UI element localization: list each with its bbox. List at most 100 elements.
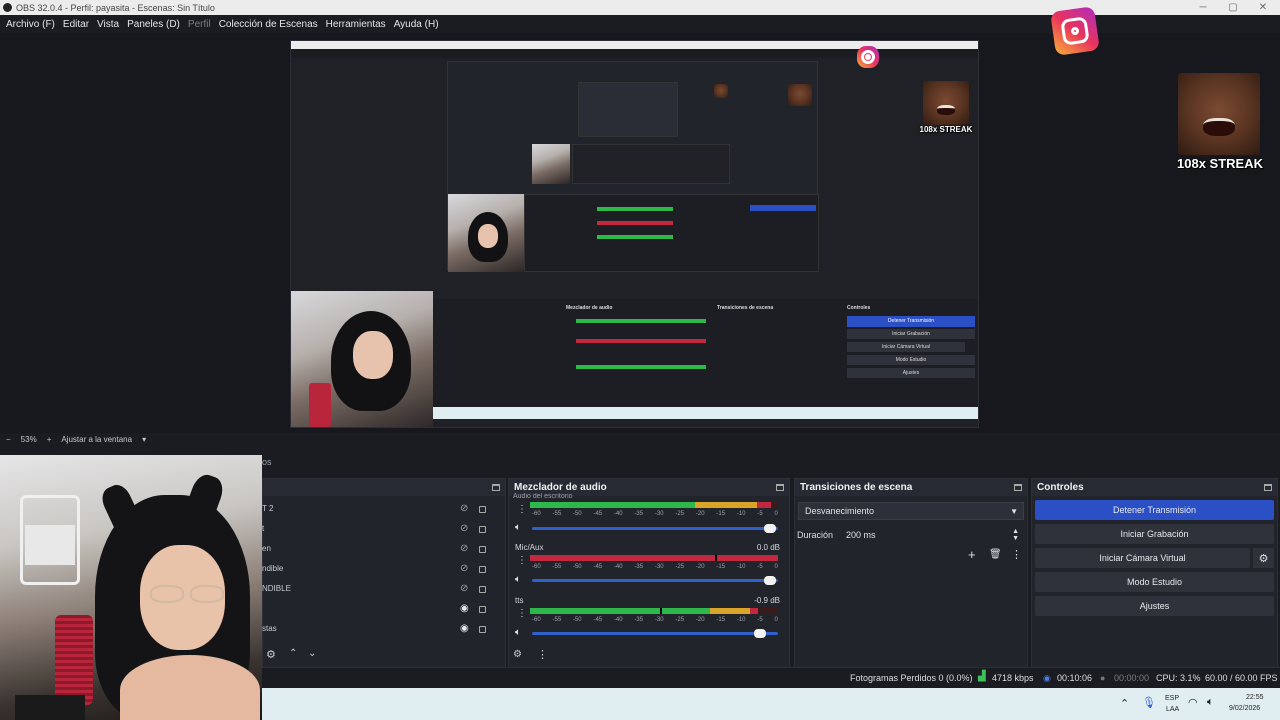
eye-icon[interactable]: ◉ xyxy=(460,623,469,634)
zoom-out-button[interactable]: − xyxy=(6,435,11,444)
eye-off-icon[interactable]: ⊘ xyxy=(460,503,468,514)
chevron-up-icon[interactable]: ⌃ xyxy=(1120,697,1129,710)
add-transition-icon[interactable]: + xyxy=(968,547,976,562)
volume-slider[interactable] xyxy=(532,576,778,585)
nested-streak-image-small xyxy=(714,84,728,98)
menu-archivo[interactable]: Archivo (F) xyxy=(2,19,59,30)
speaker-icon[interactable]: 🔈︎ xyxy=(515,627,521,638)
source-settings-icon[interactable]: ⚙ xyxy=(266,648,276,661)
zoom-value: 53% xyxy=(20,434,37,444)
menu-ayuda[interactable]: Ayuda (H) xyxy=(390,19,443,30)
volume-slider[interactable] xyxy=(532,524,778,533)
minimize-icon[interactable]: ─ xyxy=(1188,0,1218,15)
source-item[interactable]: ◉ xyxy=(262,600,502,616)
level-meter xyxy=(530,555,778,561)
source-item[interactable]: en ⊘ xyxy=(262,540,502,556)
language-bottom[interactable]: LAA xyxy=(1166,706,1179,713)
sources-tab-partial[interactable]: os xyxy=(262,457,272,467)
nested-lower-panels: Mezclador de audio Transiciones de escen… xyxy=(433,299,978,419)
lock-icon[interactable] xyxy=(479,566,486,573)
webcam-overlay xyxy=(0,455,262,720)
source-item[interactable]: NDIBLE ⊘ xyxy=(262,580,502,596)
menu-paneles[interactable]: Paneles (D) xyxy=(123,19,184,30)
eye-icon[interactable]: ◉ xyxy=(460,603,469,614)
menu-vista[interactable]: Vista xyxy=(93,19,123,30)
clock-date[interactable]: 9/02/2026 xyxy=(1229,705,1260,712)
undock-icon[interactable] xyxy=(1264,484,1272,491)
start-recording-button[interactable]: Iniciar Grabación xyxy=(1035,524,1274,544)
menu-editar[interactable]: Editar xyxy=(59,19,93,30)
mixer-partial-label: Audio del escritorio xyxy=(513,493,573,499)
mixer-advanced-icon[interactable]: ⚙ xyxy=(513,649,522,660)
spin-arrows-icon[interactable]: ▲ ▼ xyxy=(1012,528,1019,542)
volume-knob[interactable] xyxy=(754,629,766,638)
move-down-icon[interactable]: ⌄ xyxy=(308,648,316,659)
nested-stop-stream: Detener Transmisión xyxy=(847,316,975,327)
volume-knob[interactable] xyxy=(764,524,776,533)
preview-canvas[interactable]: Mezclador de audio Transiciones de escen… xyxy=(290,40,979,428)
microphone-icon[interactable]: 🎙︎ xyxy=(1142,696,1156,709)
lock-icon[interactable] xyxy=(479,626,486,633)
chevron-down-icon[interactable]: ▾ xyxy=(142,435,146,444)
speaker-icon[interactable]: 🔈︎ xyxy=(515,522,521,533)
volume-slider[interactable] xyxy=(532,629,778,638)
eye-off-icon[interactable]: ⊘ xyxy=(460,543,468,554)
volume-knob[interactable] xyxy=(764,576,776,585)
eye-off-icon[interactable]: ⊘ xyxy=(460,523,468,534)
lock-icon[interactable] xyxy=(479,526,486,533)
undock-icon[interactable] xyxy=(492,484,500,491)
wifi-icon[interactable]: ◠ xyxy=(1188,696,1198,709)
settings-button[interactable]: Ajustes xyxy=(1035,596,1274,616)
lock-icon[interactable] xyxy=(479,606,486,613)
source-item[interactable]: ndible ⊘ xyxy=(262,560,502,576)
trash-icon[interactable]: 🗑︎ xyxy=(989,549,1002,560)
lock-icon[interactable] xyxy=(479,506,486,513)
transitions-header: Transiciones de escena xyxy=(795,479,1027,496)
lock-icon[interactable] xyxy=(479,586,486,593)
source-item[interactable]: T 2 ⊘ xyxy=(262,500,502,516)
channel-menu-icon[interactable]: ⋮ xyxy=(517,608,527,619)
lock-icon[interactable] xyxy=(479,546,486,553)
bitrate: 4718 kbps xyxy=(992,673,1034,683)
meter-scale: -60 -55 -50 -45 -40 -35 -30 -25 -20 -15 -10 -5 0 xyxy=(532,511,778,517)
mixer-menu-icon[interactable]: ⋮ xyxy=(537,648,548,661)
studio-mode-button[interactable]: Modo Estudio xyxy=(1035,572,1274,592)
transition-select[interactable]: Desvanecimiento ▼ xyxy=(798,502,1024,520)
nested-webcam-small xyxy=(532,144,570,184)
mixer-title: Mezclador de audio xyxy=(514,482,607,493)
eye-off-icon[interactable]: ⊘ xyxy=(460,563,468,574)
nested-settings: Ajustes xyxy=(847,368,975,378)
duration-input[interactable]: 200 ms ▲ ▼ xyxy=(840,526,1024,544)
clock-time[interactable]: 22:55 xyxy=(1246,694,1264,701)
undock-icon[interactable] xyxy=(776,484,784,491)
stop-stream-button[interactable]: Detener Transmisión xyxy=(1035,500,1274,520)
channel-menu-icon[interactable]: ⋮ xyxy=(517,504,527,515)
instagram-icon-large xyxy=(1050,6,1100,56)
channel-menu-icon[interactable]: ⋮ xyxy=(517,555,527,566)
maximize-icon[interactable]: ▢ xyxy=(1218,0,1248,15)
undock-icon[interactable] xyxy=(1014,484,1022,491)
preview-area[interactable]: Mezclador de audio Transiciones de escen… xyxy=(0,6,1280,433)
move-up-icon[interactable]: ⌃ xyxy=(289,648,297,659)
volume-icon[interactable]: 🔈︎ xyxy=(1207,696,1214,709)
menu-herramientas[interactable]: Herramientas xyxy=(322,19,390,30)
language-top[interactable]: ESP xyxy=(1165,695,1179,702)
preview-webcam-source xyxy=(291,291,433,427)
virtual-camera-button[interactable]: Iniciar Cámara Virtual xyxy=(1035,548,1250,568)
menu-perfil[interactable]: Perfil xyxy=(184,19,215,30)
source-item[interactable]: stas ◉ xyxy=(262,620,502,636)
mixer-channel: tts -0.9 dB ⋮ -60 -55 -50 -45 -40 -35 -30 -25 -20… xyxy=(510,596,780,646)
eye-off-icon[interactable]: ⊘ xyxy=(460,583,468,594)
zoom-bar: − 53% + Ajustar a la ventana ▾ xyxy=(0,433,1280,445)
duration-value: 200 ms xyxy=(846,530,876,540)
zoom-fit-select[interactable]: Ajustar a la ventana xyxy=(61,435,132,444)
speaker-icon[interactable]: 🔈︎ xyxy=(515,574,521,585)
level-meter xyxy=(530,608,778,614)
nested-preview-inner xyxy=(578,82,678,137)
source-item[interactable]: t ⊘ xyxy=(262,520,502,536)
close-icon[interactable]: ✕ xyxy=(1248,0,1278,15)
transition-menu-icon[interactable]: ⋮ xyxy=(1011,548,1022,561)
zoom-in-button[interactable]: + xyxy=(47,435,52,444)
menu-coleccion[interactable]: Colección de Escenas xyxy=(215,19,322,30)
virtual-camera-settings-icon[interactable]: ⚙ xyxy=(1253,548,1274,568)
